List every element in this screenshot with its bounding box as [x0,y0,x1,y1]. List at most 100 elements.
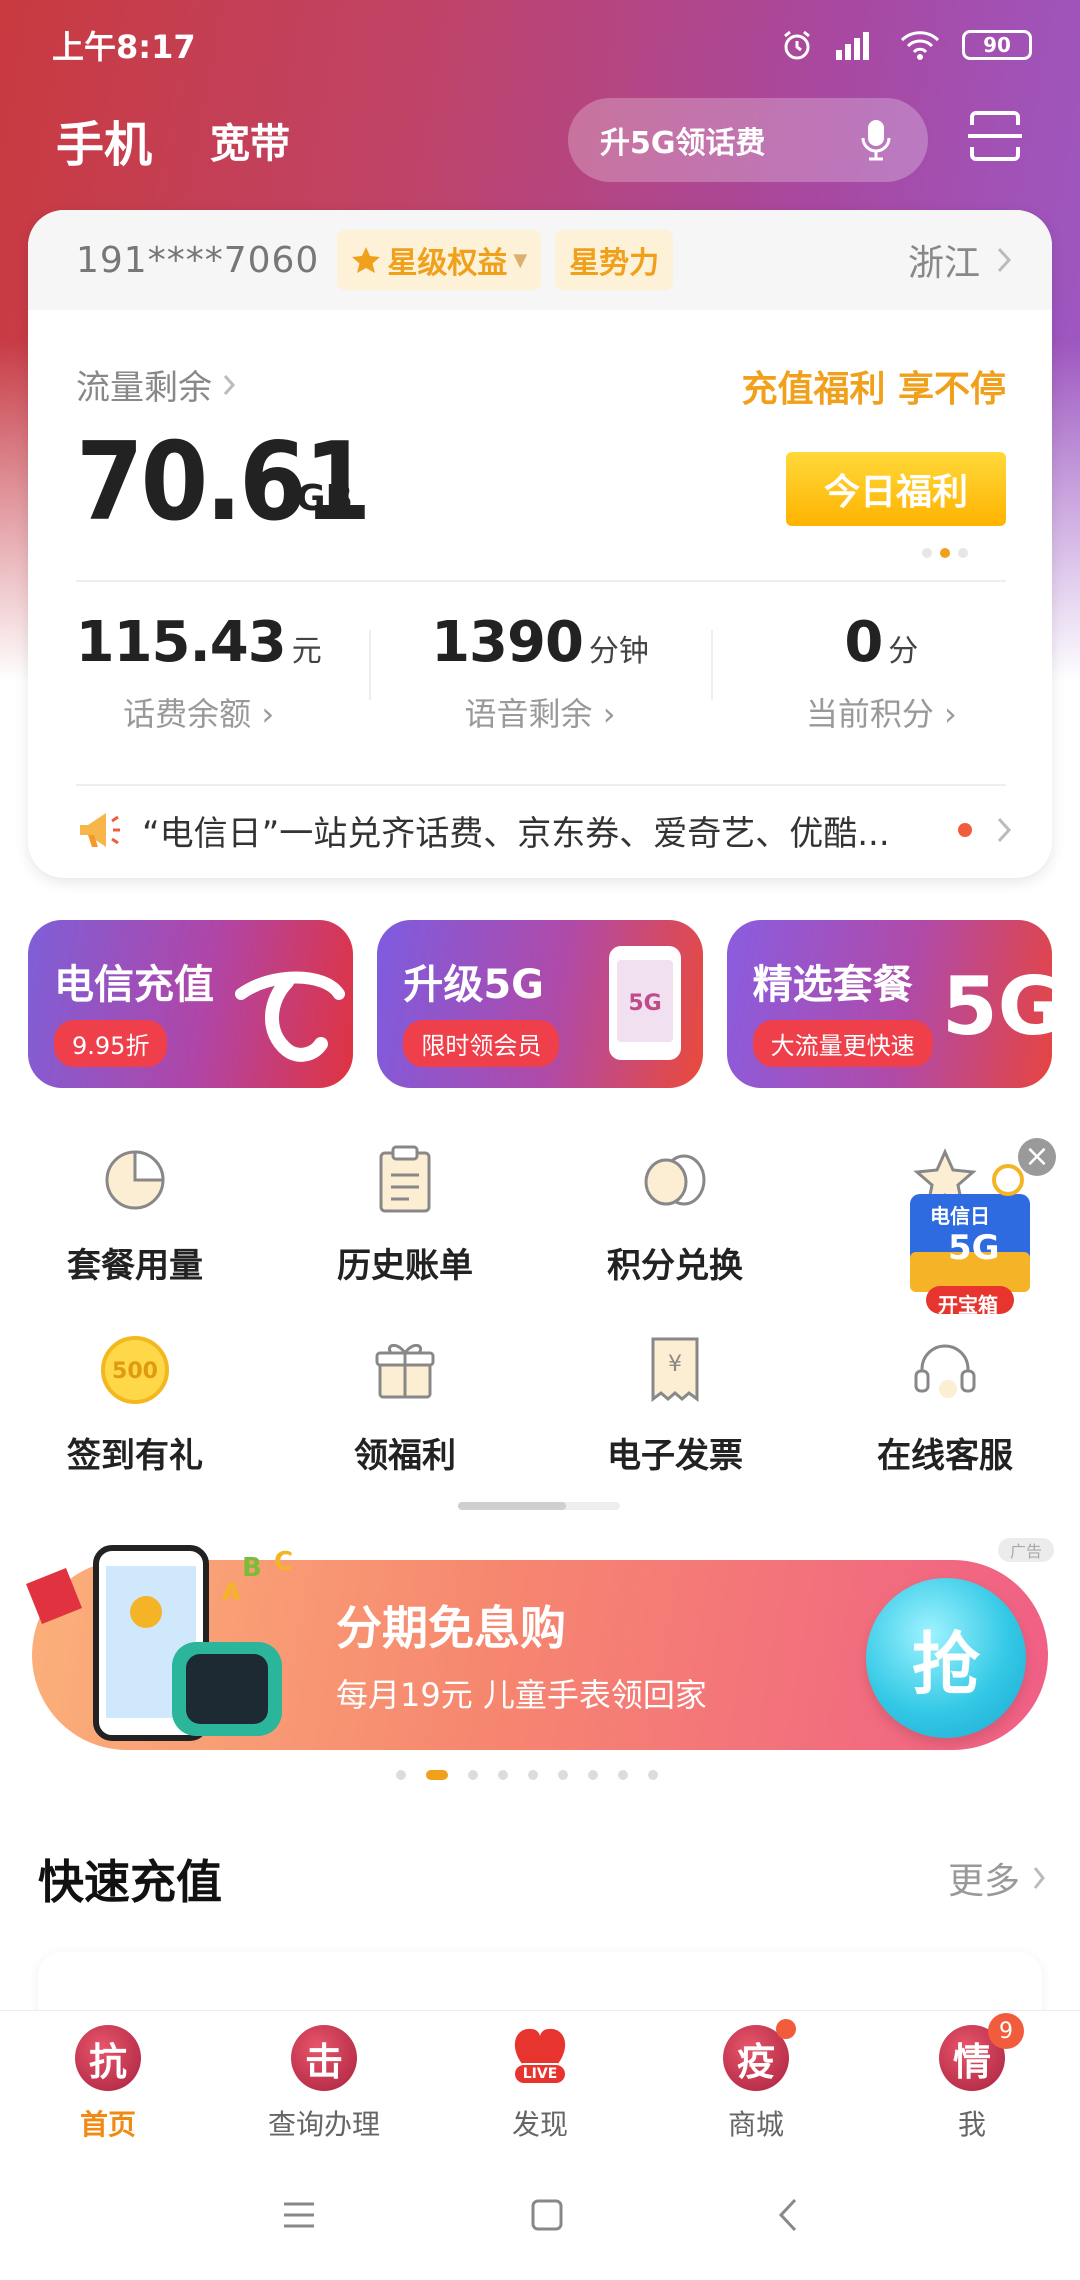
stat-unit: 分 [888,634,919,669]
grid-label: 套餐用量 [67,1246,203,1286]
stat-voice[interactable]: 1390 分钟 语音剩余 › [369,610,710,733]
grid-label: 签到有礼 [67,1436,203,1476]
close-icon[interactable]: × [1018,1138,1056,1176]
banner-selected-plan[interactable]: 精选套餐 大流量更快速 5G [726,920,1052,1088]
5g-logo-icon: 5G [942,960,1052,1053]
stat-label: 话费余额 [123,695,252,733]
phone-5g-icon: 5G [608,946,681,1060]
svg-text:5G: 5G [942,960,1052,1053]
svg-text:500: 500 [112,1359,158,1384]
stat-value: 0 [844,610,883,675]
star-power-tag[interactable]: 星势力 [555,230,674,290]
pie-chart-icon [105,1150,165,1210]
account-stats: 115.43 元 话费余额 › 1390 分钟 语音剩余 › 0分 当前积分 › [28,610,1052,733]
tab-me[interactable]: 情 我 9 [864,2011,1080,2150]
stat-points[interactable]: 0分 当前积分 › [710,610,1052,733]
ad-label: 广告 [998,1538,1054,1562]
data-remaining-label: 流量剩余 [76,368,212,408]
stat-unit: 分钟 [588,634,649,669]
tab-discover[interactable]: LIVE 发现 [432,2011,648,2150]
banner-upgrade-5g[interactable]: 升级5G 限时领会员 5G [377,920,703,1088]
star-rights-tag[interactable]: 星级权益 ▼ [337,230,542,290]
grid-history-bill[interactable]: 历史账单 [270,1140,540,1330]
ad-title: 分期免息购 [336,1601,566,1655]
banner-telecom-recharge[interactable]: 电信充值 9.95折 [28,920,354,1088]
grid-checkin-gift[interactable]: 500 签到有礼 [0,1330,270,1520]
coins-icon [644,1154,706,1206]
banner-title: 升级5G [403,962,544,1008]
top-nav: 手机 宽带 升5G领话费 [0,95,1080,185]
notice-text: “电信日”一站兑齐话费、京东券、爱奇艺、优酷... [142,813,890,854]
menu-icon[interactable] [282,2200,316,2230]
notification-count-badge: 9 [988,2013,1024,2049]
tab-broadband[interactable]: 宽带 [210,111,290,169]
divider [76,580,1006,582]
svg-text:A: A [222,1578,241,1606]
province-label: 浙江 [907,243,980,284]
gift-icon [375,1344,435,1399]
svg-text:B: B [242,1553,262,1583]
chevron-right-icon: › [602,695,616,733]
bottom-tab-bar: 抗 首页 击 查询办理 LIVE 发现 疫 商城 情 我 9 [0,2010,1080,2150]
float-badge-top: 电信日 [930,1204,990,1228]
more-label: 更多 [947,1861,1020,1902]
megaphone-icon [80,813,120,847]
stat-balance[interactable]: 115.43 元 话费余额 › [28,610,369,733]
status-bar: 上午8:17 90 [0,0,1080,90]
star-icon [352,247,381,273]
stat-value: 1390 [431,610,584,675]
today-benefit-button[interactable]: 今日福利 [786,452,1006,526]
stat-label: 当前积分 [805,695,934,733]
tab-query[interactable]: 击 查询办理 [216,2011,432,2150]
grid-label: 积分兑换 [607,1246,743,1286]
stat-unit: 元 [291,634,322,669]
grid-label: 在线客服 [877,1436,1013,1476]
headset-icon [914,1344,976,1398]
chevron-right-icon [997,247,1012,273]
quick-recharge-more[interactable]: 更多 [948,1852,1046,1904]
dropdown-caret-icon: ▼ [513,249,528,271]
grid-e-invoice[interactable]: ¥ 电子发票 [540,1330,810,1520]
account-card: 191****7060 星级权益 ▼ 星势力 浙江 流量剩余 70.61 GB … [28,210,1052,878]
svg-text:5G: 5G [628,991,661,1016]
svg-text:¥: ¥ [668,1352,682,1377]
grid-get-benefits[interactable]: 领福利 [270,1330,540,1520]
microphone-icon[interactable] [860,118,892,162]
heart-live-icon: LIVE [507,2025,573,2091]
stat-label: 语音剩余 [464,695,593,733]
home-square-icon[interactable] [530,2198,564,2232]
scan-icon[interactable] [966,107,1024,165]
grid-plan-usage[interactable]: 套餐用量 [0,1140,270,1330]
grid-label: 历史账单 [337,1246,473,1286]
tab-home[interactable]: 抗 首页 [0,2011,216,2150]
receipt-icon: ¥ [651,1337,699,1402]
search-bar[interactable]: 升5G领话费 [568,98,928,182]
grid-points-exchange[interactable]: 积分兑换 [540,1140,810,1330]
wifi-icon [900,31,940,60]
account-header: 191****7060 星级权益 ▼ 星势力 浙江 [28,210,1052,310]
chevron-right-icon: › [944,695,957,733]
grid-online-service[interactable]: 在线客服 [810,1330,1080,1520]
promo-text[interactable]: 充值福利 享不停 [741,360,1006,412]
svg-text:C: C [274,1547,293,1577]
divider [76,784,1006,786]
grid-label: 领福利 [354,1436,456,1476]
home-tab-icon: 抗 [75,2025,141,2091]
data-remaining-link[interactable]: 流量剩余 [76,360,236,409]
tab-label: 首页 [79,2108,136,2141]
notice-bar[interactable]: “电信日”一站兑齐话费、京东券、爱奇艺、优酷... [28,790,1052,870]
stat-value: 115.43 [75,610,287,675]
data-remaining-unit: GB [296,478,353,519]
tab-mall[interactable]: 疫 商城 [648,2011,864,2150]
quick-recharge-title: 快速充值 [38,1855,222,1909]
tab-label: 查询办理 [267,2108,380,2141]
tab-phone[interactable]: 手机 [56,105,152,175]
province-selector[interactable]: 浙江 [908,234,1012,286]
promo-carousel-dots [922,548,968,558]
tab-label: 商城 [727,2108,784,2141]
back-icon[interactable] [778,2197,798,2233]
phone-number: 191****7060 [76,239,320,281]
star-rights-label: 星级权益 [387,246,508,281]
china-telecom-logo-icon [235,971,346,1062]
ad-grab-button[interactable]: 抢 [866,1578,1026,1738]
